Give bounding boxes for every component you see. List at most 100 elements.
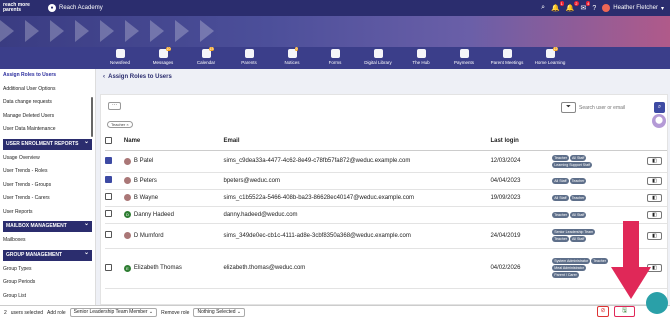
sidebar-item-trends-groups[interactable]: User Trends - Groups xyxy=(0,179,95,193)
row-checkbox[interactable] xyxy=(105,156,112,164)
role-tag[interactable]: Teacher xyxy=(569,177,587,184)
roles-cell: Teacher All Staff Learning Support Staff xyxy=(552,150,647,173)
nav-item-parent-meetings[interactable]: Parent Meetings xyxy=(487,47,528,69)
edit-roles-button[interactable]: ◧ xyxy=(647,210,662,219)
sidebar-item-mailboxes[interactable]: Mailboxes xyxy=(0,234,95,248)
add-role-label: Add role xyxy=(47,309,66,316)
filter-icon[interactable]: ⏷ xyxy=(561,102,576,113)
table-row[interactable]: D Mumford sims_349de0ec-cb1c-4111-ad8e-3c… xyxy=(105,223,667,249)
more-options-button[interactable]: ··· xyxy=(108,102,121,110)
nav-label: Newsfeed xyxy=(109,60,130,65)
role-tag[interactable]: All Staff xyxy=(570,154,587,161)
role-tag[interactable]: All Staff xyxy=(570,211,587,218)
nav-item-digital-library[interactable]: Digital Library xyxy=(358,47,399,69)
messages-top-icon[interactable]: ✉ 4 xyxy=(581,1,591,12)
row-select-cell xyxy=(105,172,124,190)
sidebar-item-usage-overview[interactable]: Usage Overview xyxy=(0,152,95,166)
sidebar-section-mailbox[interactable]: MAILBOX MANAGEMENT xyxy=(3,219,92,232)
nav-item-payments[interactable]: Payments xyxy=(444,47,485,69)
table-row[interactable]: B Peters bpeters@weduc.com 04/04/2023 All S… xyxy=(105,172,667,190)
sidebar-item-data-maintenance[interactable]: User Data Maintenance xyxy=(0,123,95,137)
cancel-button[interactable]: ⊘ xyxy=(597,306,609,317)
remove-role-select[interactable]: Nothing Selected ⌄ xyxy=(193,308,246,317)
chat-fab-button[interactable] xyxy=(646,292,668,314)
search-input[interactable] xyxy=(579,102,653,113)
logo[interactable]: reach more parents xyxy=(0,0,42,16)
user-name[interactable]: B Peters xyxy=(134,178,157,184)
email-cell: sims_c9dea33a-4477-4c62-8e49-c78fb57fa87… xyxy=(223,150,491,173)
sidebar-item-user-reports[interactable]: User Reports xyxy=(0,206,95,220)
role-tag[interactable]: System Administrator xyxy=(552,258,591,264)
role-tag[interactable]: Learning Support Staff xyxy=(552,161,593,168)
role-tag[interactable]: All Staff xyxy=(552,177,569,184)
table-row[interactable]: D Danny Hadeed danny.hadeed@weduc.com Teach… xyxy=(105,206,667,224)
save-button[interactable]: 🖫 xyxy=(614,306,635,317)
user-name[interactable]: Elizabeth Thomas xyxy=(134,265,182,271)
edit-roles-button[interactable]: ◧ xyxy=(647,193,662,202)
nav-item-messages[interactable]: Messages 10 xyxy=(143,47,184,69)
role-tag[interactable]: Meal Administrator xyxy=(552,265,586,271)
row-checkbox[interactable] xyxy=(105,263,112,271)
user-menu[interactable]: Heather Fletcher ▾ xyxy=(602,4,664,12)
nav-item-calendar[interactable]: Calendar 13 xyxy=(186,47,227,69)
sidebar-item-data-change-requests[interactable]: Data change requests xyxy=(0,96,95,110)
role-tag[interactable]: Teacher xyxy=(591,258,608,264)
last-login-cell: 19/09/2023 xyxy=(490,189,553,207)
edit-roles-button[interactable]: ◧ xyxy=(647,157,662,165)
user-name[interactable]: Danny Hadeed xyxy=(134,212,174,218)
sidebar-section-groups[interactable]: GROUP MANAGEMENT xyxy=(3,248,92,261)
sidebar-scrollbar[interactable] xyxy=(91,97,93,137)
meetings-icon xyxy=(502,49,512,58)
user-name[interactable]: B Patel xyxy=(134,158,153,164)
row-checkbox[interactable] xyxy=(105,210,112,217)
notifications-icon[interactable]: 🔔 1 xyxy=(551,1,564,12)
location-pin-icon[interactable]: ⬤ xyxy=(652,114,666,128)
sidebar-item-trends-carers[interactable]: User Trends - Carers xyxy=(0,192,95,206)
column-header-email[interactable]: Email xyxy=(223,133,491,151)
user-name[interactable]: D Mumford xyxy=(134,233,164,239)
sidebar-item-assign-roles[interactable]: Assign Roles to Users xyxy=(0,69,95,83)
column-header-name[interactable]: Name xyxy=(123,133,224,151)
row-checkbox[interactable] xyxy=(105,231,112,238)
nav-item-forms[interactable]: Forms xyxy=(315,47,356,69)
row-checkbox[interactable] xyxy=(105,193,112,200)
filter-chip-teacher[interactable]: Teacher × xyxy=(107,121,133,128)
role-tag[interactable]: Senior Leadership Team xyxy=(552,229,596,235)
sidebar-item-group-list[interactable]: Group List xyxy=(0,290,95,304)
column-header-last-login[interactable]: Last login xyxy=(490,133,553,151)
select-all-checkbox[interactable] xyxy=(105,136,112,144)
table-row[interactable]: B Wayne sims_c1b5522a-5466-408b-ba23-8662… xyxy=(105,189,667,207)
role-tag[interactable]: All Staff xyxy=(552,194,569,201)
role-tag[interactable]: Teacher xyxy=(552,154,570,161)
sidebar-section-enrolment[interactable]: USER ENROLMENT REPORTS xyxy=(3,137,92,150)
nav-item-notices[interactable]: Notices 9 xyxy=(272,47,313,69)
sidebar-item-additional-options[interactable]: Additional User Options xyxy=(0,83,95,97)
alerts-icon[interactable]: 🔔 2 xyxy=(566,1,579,12)
search-button[interactable]: ⌕ xyxy=(654,102,665,113)
table-row[interactable]: B Patel sims_c9dea33a-4477-4c62-8e49-c78f… xyxy=(105,150,667,173)
search-icon[interactable]: ⌕ xyxy=(541,4,545,12)
user-name[interactable]: B Wayne xyxy=(134,195,158,201)
breadcrumb[interactable]: ‹ Assign Roles to Users xyxy=(103,74,172,80)
row-checkbox[interactable] xyxy=(105,176,112,183)
role-tag[interactable]: Teacher xyxy=(552,211,570,218)
add-role-select[interactable]: Senior Leadership Team Member ⌄ xyxy=(69,308,158,317)
role-tag[interactable]: Teacher xyxy=(552,236,570,242)
sidebar-item-trends-roles[interactable]: User Trends - Roles xyxy=(0,165,95,179)
nav-item-parents[interactable]: Parents xyxy=(229,47,270,69)
nav-item-home-learning[interactable]: Home Learning 12 xyxy=(530,47,571,69)
role-tag[interactable]: Parent / Carer xyxy=(552,272,579,278)
nav-item-the-hub[interactable]: The Hub xyxy=(401,47,442,69)
role-tag[interactable]: All Staff xyxy=(570,236,587,242)
school-switcher[interactable]: ● Reach Academy xyxy=(48,4,103,12)
nav-badge: 13 xyxy=(208,47,215,51)
back-arrow-icon[interactable]: ‹ xyxy=(103,74,105,80)
help-icon[interactable]: ? xyxy=(592,5,596,12)
sidebar-item-group-types[interactable]: Group Types xyxy=(0,263,95,277)
role-tag[interactable]: Teacher xyxy=(569,194,587,201)
nav-item-newsfeed[interactable]: Newsfeed xyxy=(100,47,141,69)
sidebar-item-group-periods[interactable]: Group Periods xyxy=(0,276,95,290)
sidebar-item-deleted-users[interactable]: Manage Deleted Users xyxy=(0,110,95,124)
edit-roles-button[interactable]: ◧ xyxy=(647,176,662,185)
table-row[interactable]: E Elizabeth Thomas elizabeth.thomas@weduc.… xyxy=(105,248,667,289)
